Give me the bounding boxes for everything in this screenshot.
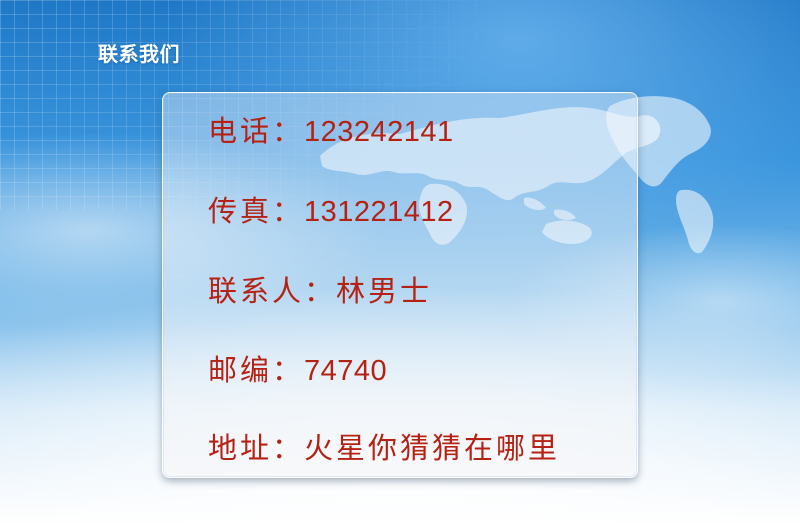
contact-person-row: 联系人：林男士 <box>208 268 432 310</box>
fax-row: 传真：131221412 <box>208 188 454 230</box>
contact-person-value: 林男士 <box>336 274 433 308</box>
postcode-row: 邮编：74740 <box>208 347 387 389</box>
address-value: 火星你猜猜在哪里 <box>304 431 561 465</box>
address-row: 地址：火星你猜猜在哪里 <box>208 425 560 467</box>
phone-value: 123242141 <box>304 116 454 148</box>
postcode-label: 邮编： <box>208 353 305 387</box>
fax-label: 传真： <box>208 194 305 228</box>
fax-value: 131221412 <box>304 196 454 228</box>
page-title: 联系我们 <box>98 42 180 66</box>
address-label: 地址： <box>208 431 305 465</box>
postcode-value: 74740 <box>304 355 388 387</box>
phone-row: 电话：123242141 <box>208 108 454 150</box>
contact-person-label: 联系人： <box>208 274 337 308</box>
phone-label: 电话： <box>208 114 305 148</box>
